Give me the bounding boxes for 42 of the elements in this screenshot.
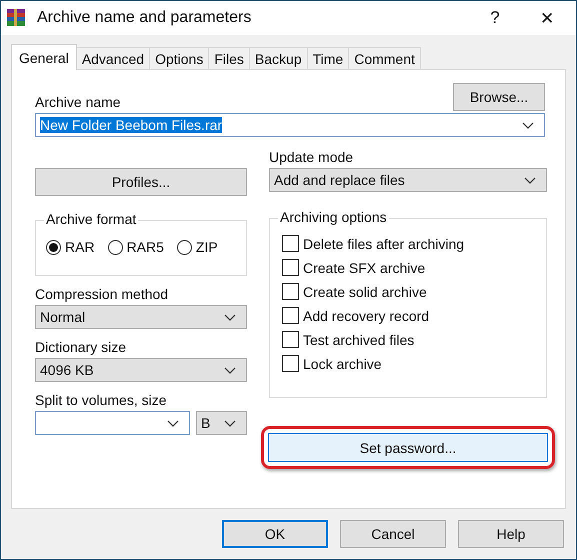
checkbox-option[interactable]: Add recovery record: [282, 307, 536, 324]
chevron-icon: [524, 176, 536, 184]
tab[interactable]: Comment: [348, 47, 421, 69]
group-title: Archiving options: [278, 209, 389, 225]
checkbox-option[interactable]: Create solid archive: [282, 283, 536, 300]
dialog-button[interactable]: Help: [458, 520, 564, 548]
tab[interactable]: Options: [149, 47, 210, 69]
group-title: Archive format: [44, 211, 138, 227]
profiles-button[interactable]: Profiles...: [35, 168, 247, 196]
field-label: Update mode: [269, 149, 354, 165]
browse-button[interactable]: Browse...: [453, 83, 545, 111]
volume-size-field[interactable]: [35, 411, 190, 435]
help-button[interactable]: ?: [472, 2, 518, 34]
checkbox-option[interactable]: Test archived files: [282, 331, 536, 348]
radio-option[interactable]: ZIP: [176, 239, 218, 255]
stacked-books-icon: [6, 7, 28, 29]
chevron-icon: [224, 366, 236, 374]
field-label: Dictionary size: [35, 339, 128, 355]
chevron-icon: [224, 314, 236, 320]
checkbox-option[interactable]: Lock archive: [282, 355, 536, 372]
chevron-icon: [522, 122, 534, 128]
radio-option[interactable]: RAR: [46, 239, 95, 255]
field-label: Split to volumes, size: [35, 392, 168, 408]
tab[interactable]: Backup: [248, 47, 308, 69]
dialog-button[interactable]: Cancel: [340, 520, 446, 548]
dictionary-dropdown[interactable]: 4096 KB: [35, 358, 247, 382]
radio-option[interactable]: RAR5: [108, 239, 164, 255]
close-button[interactable]: ✕: [518, 2, 576, 34]
field-label: Archive name: [35, 94, 121, 110]
tab[interactable]: General: [11, 44, 77, 70]
compression-dropdown[interactable]: Normal: [35, 305, 247, 329]
field-label: Compression method: [35, 286, 170, 302]
dialog-button[interactable]: OK: [222, 520, 328, 548]
chevron-icon: [167, 420, 179, 426]
archive-name-field[interactable]: New Folder Beebom Files.rar: [35, 113, 545, 137]
unit-dropdown[interactable]: B: [196, 411, 247, 435]
checkbox-option[interactable]: Create SFX archive: [282, 259, 536, 276]
chevron-icon: [224, 420, 236, 426]
update-mode-dropdown[interactable]: Add and replace files: [269, 168, 547, 192]
window-title: Archive name and parameters: [37, 9, 252, 27]
checkbox-option[interactable]: Delete files after archiving: [282, 235, 536, 252]
set-password-button[interactable]: Set password...: [268, 433, 548, 462]
